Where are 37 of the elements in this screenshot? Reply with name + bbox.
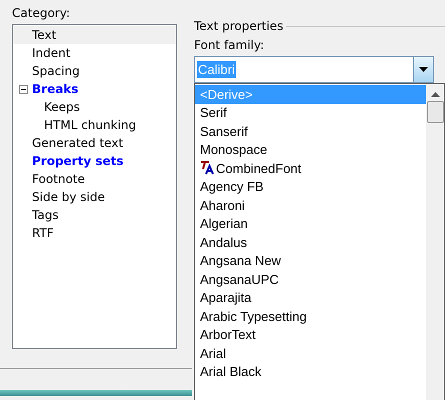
collapse-icon[interactable]: [19, 84, 28, 94]
category-label: Category:: [12, 5, 71, 21]
font-option[interactable]: Monospace: [195, 140, 426, 159]
font-option[interactable]: Aparajita: [195, 288, 426, 307]
tree-item[interactable]: Generated text: [13, 134, 176, 152]
font-option[interactable]: AngsanaUPC: [195, 270, 426, 288]
font-option[interactable]: Arabic Typesetting: [195, 307, 426, 326]
font-option[interactable]: Algerian: [195, 214, 426, 233]
tree-item[interactable]: HTML chunking: [13, 116, 176, 134]
scrollbar[interactable]: [426, 84, 444, 400]
tree-item[interactable]: Indent: [13, 44, 176, 62]
tree-item[interactable]: Side by side: [13, 188, 176, 206]
font-option[interactable]: ArborText: [195, 326, 426, 344]
scroll-thumb[interactable]: [426, 101, 444, 123]
font-option[interactable]: Agency FB: [195, 178, 426, 196]
tree-item[interactable]: Breaks: [13, 80, 176, 98]
dropdown-button[interactable]: [413, 57, 433, 82]
font-option[interactable]: Aharoni: [195, 196, 426, 214]
tree-item[interactable]: Text: [13, 26, 176, 44]
group-title: Text properties: [194, 19, 284, 33]
font-option[interactable]: Angsana New: [195, 252, 426, 270]
tree-item[interactable]: Spacing: [13, 62, 176, 80]
tree-item[interactable]: Keeps: [13, 98, 176, 116]
caret-icon: [419, 67, 428, 72]
font-option[interactable]: Sanserif: [195, 122, 426, 140]
font-option[interactable]: Arial Black: [195, 362, 426, 381]
tree-item[interactable]: Property sets: [13, 152, 176, 170]
font-option[interactable]: CombinedFont: [195, 159, 426, 178]
font-option[interactable]: Serif: [195, 104, 426, 122]
font-option[interactable]: Arial: [195, 344, 426, 362]
font-option[interactable]: Andalus: [195, 233, 426, 252]
scroll-up-icon[interactable]: [430, 92, 440, 97]
tree-item[interactable]: Footnote: [13, 170, 176, 188]
font-family-label: Font family:: [194, 37, 266, 53]
tree-item[interactable]: Tags: [13, 206, 176, 224]
tree-item[interactable]: RTF: [13, 224, 176, 242]
font-icon: [200, 161, 215, 176]
